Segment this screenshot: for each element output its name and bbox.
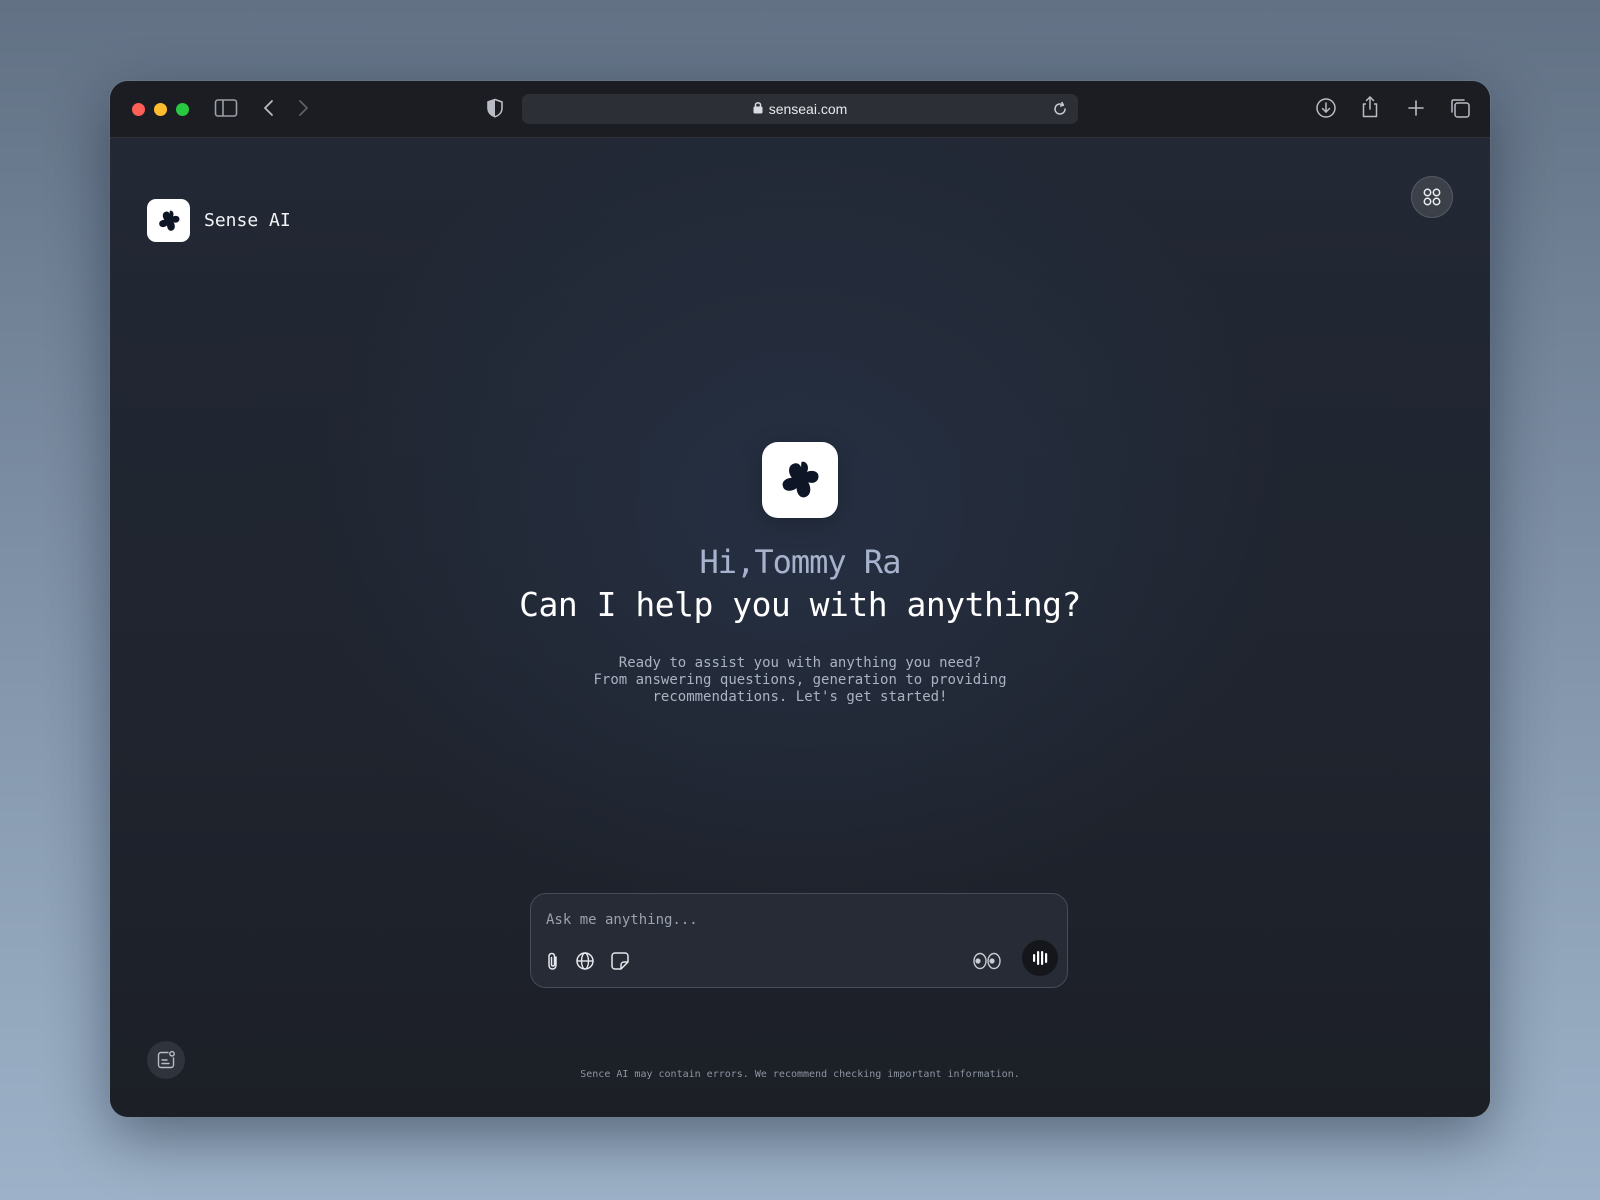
sidebar-icon[interactable] [214,98,238,118]
brand[interactable]: Sense AI [147,199,291,242]
hero-logo [762,442,838,518]
page-title: Can I help you with anything? [519,585,1081,624]
minimize-window-button[interactable] [154,103,167,116]
tabs-overview-icon[interactable] [1449,97,1471,119]
share-icon[interactable] [1360,95,1380,119]
note-badge-icon [157,1050,175,1069]
intro-line: Ready to assist you with anything you ne… [618,655,982,671]
reload-icon[interactable] [1052,101,1068,122]
paperclip-icon[interactable] [541,949,565,973]
intro-line: From answering questions, generation to … [593,672,1007,688]
disclaimer-text: Sence AI may contain errors. We recommen… [580,1069,1020,1080]
grid-icon [1423,188,1441,206]
brand-name: Sense AI [204,210,291,231]
intro-text: Ready to assist you with anything you ne… [110,655,1490,706]
sense-ai-logo [147,199,190,242]
browser-window: senseai.com Sense AI Hi,Tommy Ra Can I h… [110,81,1490,1117]
address-bar[interactable]: senseai.com [522,94,1078,124]
sticker-icon[interactable] [608,949,632,973]
voice-mode-button[interactable] [1022,940,1058,976]
sense-ai-mark-icon [782,461,819,498]
plus-icon[interactable] [1406,98,1426,118]
greeting-name: Hi,Tommy Ra [699,543,902,581]
maximize-window-button[interactable] [176,103,189,116]
prompt-input[interactable] [544,908,1048,932]
eyes-icon[interactable] [972,949,1002,973]
url-text: senseai.com [768,101,848,117]
download-icon[interactable] [1315,97,1337,119]
intro-line: recommendations. Let's get started! [652,689,948,705]
apps-grid-button[interactable] [1411,176,1453,218]
chevron-left-icon[interactable] [262,98,276,118]
globe-icon[interactable] [573,949,597,973]
shield-icon[interactable] [486,98,504,118]
close-window-button[interactable] [132,103,145,116]
browser-toolbar: senseai.com [110,81,1490,138]
chevron-right-icon[interactable] [296,98,310,118]
lock-icon [753,101,763,117]
chat-composer [530,893,1068,988]
voice-wave-icon [1033,951,1048,965]
